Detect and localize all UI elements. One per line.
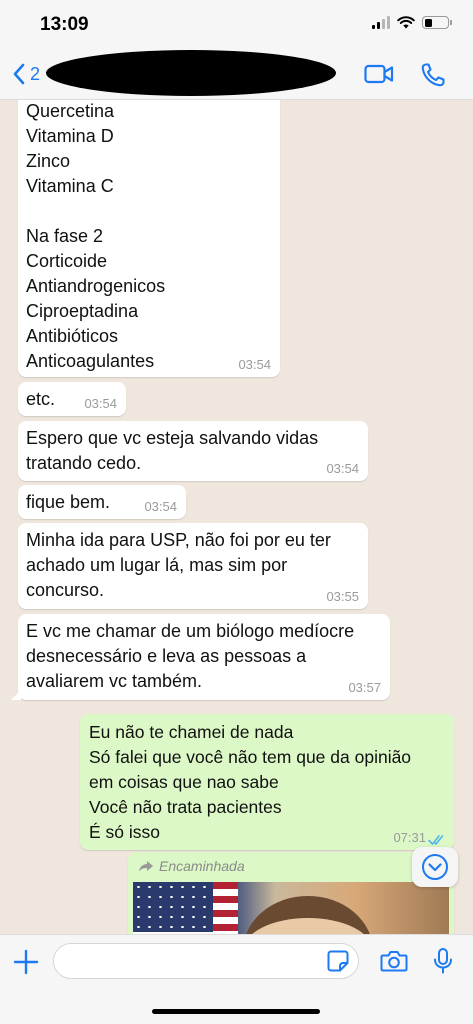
unread-count: 2	[30, 63, 41, 84]
microphone-icon	[434, 948, 452, 974]
forwarded-text: Encaminhada	[159, 858, 245, 874]
flag-canton	[133, 882, 213, 932]
message-time: 03:54	[144, 499, 177, 514]
message-time: 03:54	[326, 461, 359, 476]
status-icons	[372, 16, 452, 29]
message-time: 07:31	[393, 830, 426, 845]
cellular-signal-icon	[372, 16, 390, 29]
message-bubble-incoming[interactable]: E vc me chamar de um biólogo medíocre de…	[11, 614, 390, 700]
chat-area[interactable]: Quercetina Vitamina D Zinco Vitamina C N…	[0, 100, 473, 934]
message-text: Espero que vc esteja salvando vidas trat…	[26, 428, 319, 473]
wifi-icon	[397, 16, 415, 29]
chevron-left-icon	[13, 63, 25, 85]
forwarded-message[interactable]: Encaminhada	[128, 852, 454, 934]
message-time: 03:54	[238, 357, 271, 372]
status-time: 13:09	[40, 14, 89, 35]
microphone-button[interactable]	[432, 947, 454, 980]
chevron-down-circle-icon	[422, 854, 448, 880]
back-button[interactable]: 2	[12, 62, 40, 86]
chat-header: 2	[0, 50, 473, 100]
forwarded-label: Encaminhada	[138, 858, 245, 874]
person-photo	[243, 896, 373, 934]
message-time: 03:54	[84, 396, 117, 411]
voice-call-button[interactable]	[420, 62, 446, 93]
video-camera-icon	[364, 64, 394, 84]
sticker-button[interactable]	[326, 949, 350, 978]
message-input[interactable]	[53, 943, 359, 979]
status-bar: 13:09	[0, 0, 473, 50]
phone-icon	[421, 63, 445, 87]
message-bubble-incoming[interactable]: etc. 03:54	[18, 382, 126, 416]
double-check-read-icon	[428, 835, 444, 845]
home-indicator	[152, 1009, 320, 1014]
message-bubble-incoming[interactable]: Quercetina Vitamina D Zinco Vitamina C N…	[18, 100, 280, 377]
forward-arrow-icon	[139, 861, 153, 872]
plus-icon	[13, 949, 39, 975]
message-text: E vc me chamar de um biólogo medíocre de…	[26, 621, 355, 691]
contact-name-redacted[interactable]	[46, 50, 336, 96]
message-bubble-incoming[interactable]: Minha ida para USP, não foi por eu ter a…	[18, 523, 368, 609]
message-text: Minha ida para USP, não foi por eu ter a…	[26, 530, 331, 600]
scroll-to-bottom-button[interactable]	[412, 847, 458, 887]
forwarded-image[interactable]	[133, 882, 449, 934]
camera-button[interactable]	[380, 949, 408, 978]
message-bubble-outgoing[interactable]: Eu não te chamei de nada Só falei que vo…	[80, 714, 454, 850]
message-input-bar	[0, 934, 473, 1024]
sticker-icon	[327, 950, 349, 972]
message-text: Eu não te chamei de nada Só falei que vo…	[89, 722, 412, 842]
message-time: 03:57	[348, 680, 381, 695]
message-time: 03:55	[326, 589, 359, 604]
message-text: Quercetina Vitamina D Zinco Vitamina C N…	[26, 101, 166, 371]
video-call-button[interactable]	[364, 62, 394, 91]
battery-icon	[422, 16, 452, 29]
message-bubble-incoming[interactable]: fique bem. 03:54	[18, 485, 186, 519]
camera-icon	[380, 951, 408, 972]
message-bubble-incoming[interactable]: Espero que vc esteja salvando vidas trat…	[18, 421, 368, 481]
attach-button[interactable]	[13, 949, 39, 980]
